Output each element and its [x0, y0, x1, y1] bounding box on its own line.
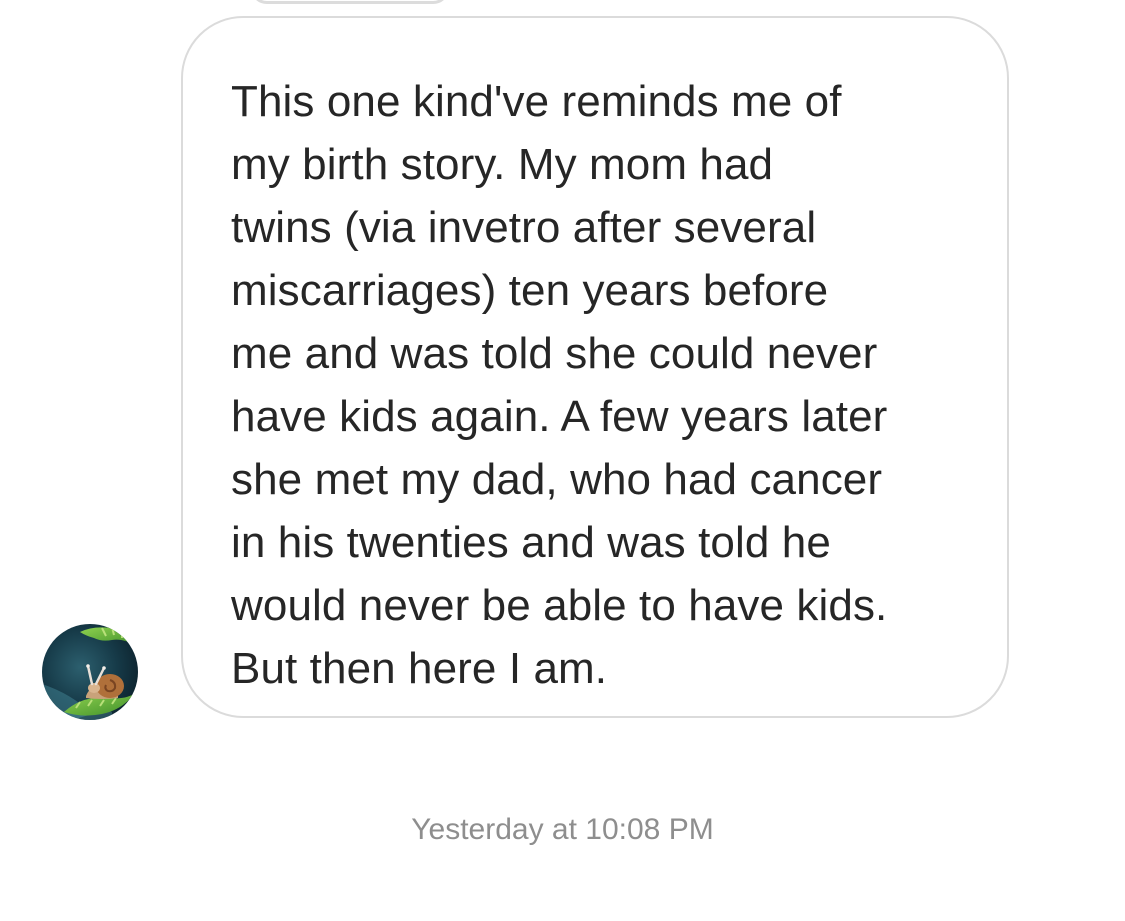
snail-avatar-icon [42, 624, 138, 720]
message-bubble[interactable]: This one kind've reminds me of my birth … [181, 16, 1009, 718]
message-text: This one kind've reminds me of my birth … [231, 77, 888, 693]
message-timestamp: Yesterday at 10:08 PM [411, 813, 714, 846]
sender-avatar[interactable] [42, 624, 138, 720]
previous-message-bubble-edge [250, 0, 450, 4]
